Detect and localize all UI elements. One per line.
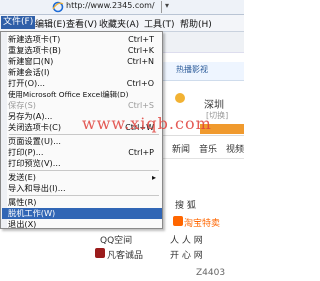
menu-import-export[interactable]: 导入和导出(I)... (8, 183, 162, 194)
menu-item-label: 新建会话(I) (8, 67, 50, 77)
menu-shortcut: Ctrl+K (127, 46, 154, 55)
url-field[interactable]: http://www.2345.com/ (66, 1, 155, 10)
menu-edit[interactable]: 编辑(E) (35, 17, 66, 30)
link-kaixin[interactable]: 开 心 网 (170, 248, 203, 261)
menu-item-label: 打开(O)... (8, 78, 46, 88)
menu-new-session[interactable]: 新建会话(I) (8, 67, 162, 78)
address-bar: http://www.2345.com/ ▾ (0, 0, 244, 15)
menu-item-label: 脱机工作(W) (8, 208, 56, 218)
partial-link: Z4403 (196, 268, 226, 278)
menu-gutter (1, 32, 7, 228)
address-separator (161, 1, 162, 13)
menu-file[interactable]: 文件(F) (1, 16, 36, 29)
hot-videos-link[interactable]: 热播影视 (176, 64, 208, 75)
file-menu-dropdown: 新建选项卡(T) Ctrl+T 重复选项卡(B) Ctrl+K 新建窗口(N) Ctr… (0, 31, 163, 229)
menu-item-label: 关闭选项卡(C) (8, 122, 62, 132)
menu-item-label: 属性(R) (8, 197, 37, 207)
vancl-icon (95, 248, 105, 258)
menu-shortcut: Ctrl+P (128, 148, 154, 157)
menu-separator (9, 195, 159, 196)
address-dropdown-icon[interactable]: ▾ (165, 1, 169, 10)
menu-item-label: 打印(P)... (8, 147, 44, 157)
ie-icon (52, 1, 64, 13)
page-search-bar (163, 32, 244, 53)
menu-send[interactable]: 发送(E) ▸ (8, 172, 162, 183)
menu-view[interactable]: 查看(V) (66, 17, 97, 30)
menu-print-preview[interactable]: 打印预览(V)... (8, 158, 162, 169)
menu-help[interactable]: 帮助(H) (180, 17, 212, 30)
menu-new-window[interactable]: 新建窗口(N) Ctrl+N (8, 56, 162, 67)
menu-separator (9, 134, 159, 135)
menu-item-label: 新建窗口(N) (8, 56, 54, 66)
submenu-arrow-icon: ▸ (151, 173, 156, 182)
menu-favorites[interactable]: 收藏夹(A) (99, 17, 139, 30)
menu-duplicate-tab[interactable]: 重复选项卡(B) Ctrl+K (8, 45, 162, 56)
tab-music[interactable]: 音乐 (199, 142, 217, 155)
menu-item-label: 页面设置(U)... (8, 136, 61, 146)
menu-shortcut: Ctrl+N (127, 57, 154, 66)
link-vancl[interactable]: 凡客诚品 (107, 248, 143, 261)
city-name: 深圳 (204, 100, 224, 111)
menu-edit-with-excel[interactable]: 使用Microsoft Office Excel编辑(D) (8, 89, 162, 100)
menu-save-as[interactable]: 另存为(A)... (8, 111, 162, 122)
menu-shortcut: Ctrl+W (125, 123, 154, 132)
weather-icon (175, 93, 185, 103)
menu-item-label: 退出(X) (8, 219, 37, 229)
banner-strip (200, 124, 244, 134)
menu-item-label: 重复选项卡(B) (8, 45, 61, 55)
menu-item-label: 导入和导出(I)... (8, 183, 66, 193)
link-renren[interactable]: 人 人 网 (170, 233, 203, 246)
menu-item-label: 发送(E) (8, 172, 36, 182)
menu-exit[interactable]: 退出(X) (8, 219, 162, 230)
menu-item-label: 新建选项卡(T) (8, 34, 61, 44)
menu-shortcut: Ctrl+O (126, 79, 154, 88)
taobao-icon (173, 216, 183, 226)
menu-properties[interactable]: 属性(R) (8, 197, 162, 208)
menu-shortcut: Ctrl+S (127, 101, 154, 110)
menu-print[interactable]: 打印(P)... Ctrl+P (8, 147, 162, 158)
menu-new-tab[interactable]: 新建选项卡(T) Ctrl+T (8, 34, 162, 45)
menu-close-tab[interactable]: 关闭选项卡(C) Ctrl+W (8, 122, 162, 133)
menu-item-label: 保存(S) (8, 100, 36, 110)
menu-item-label: 另存为(A)... (8, 111, 53, 121)
link-taobao[interactable]: 淘宝特卖 (184, 216, 220, 229)
link-qzone[interactable]: QQ空间 (100, 233, 132, 246)
menu-item-label: 使用Microsoft Office Excel编辑(D) (8, 90, 129, 99)
tab-video[interactable]: 视频 (226, 142, 244, 155)
menu-bar: 文件(F) 编辑(E) 查看(V) 收藏夹(A) 工具(T) 帮助(H) (0, 15, 244, 32)
page-divider (163, 135, 244, 136)
menu-tools[interactable]: 工具(T) (144, 17, 175, 30)
menu-shortcut: Ctrl+T (128, 35, 154, 44)
link-sohu[interactable]: 搜 狐 (175, 198, 196, 211)
menu-page-setup[interactable]: 页面设置(U)... (8, 136, 162, 147)
menu-item-label: 打印预览(V)... (8, 158, 61, 168)
menu-work-offline[interactable]: 脱机工作(W) (2, 208, 162, 219)
menu-separator (9, 170, 159, 171)
tab-news[interactable]: 新闻 (172, 142, 190, 155)
tab-underline (163, 158, 244, 159)
menu-save[interactable]: 保存(S) Ctrl+S (8, 100, 162, 111)
city-switch-link[interactable]: [切换] (206, 110, 228, 121)
menu-open[interactable]: 打开(O)... Ctrl+O (8, 78, 162, 89)
